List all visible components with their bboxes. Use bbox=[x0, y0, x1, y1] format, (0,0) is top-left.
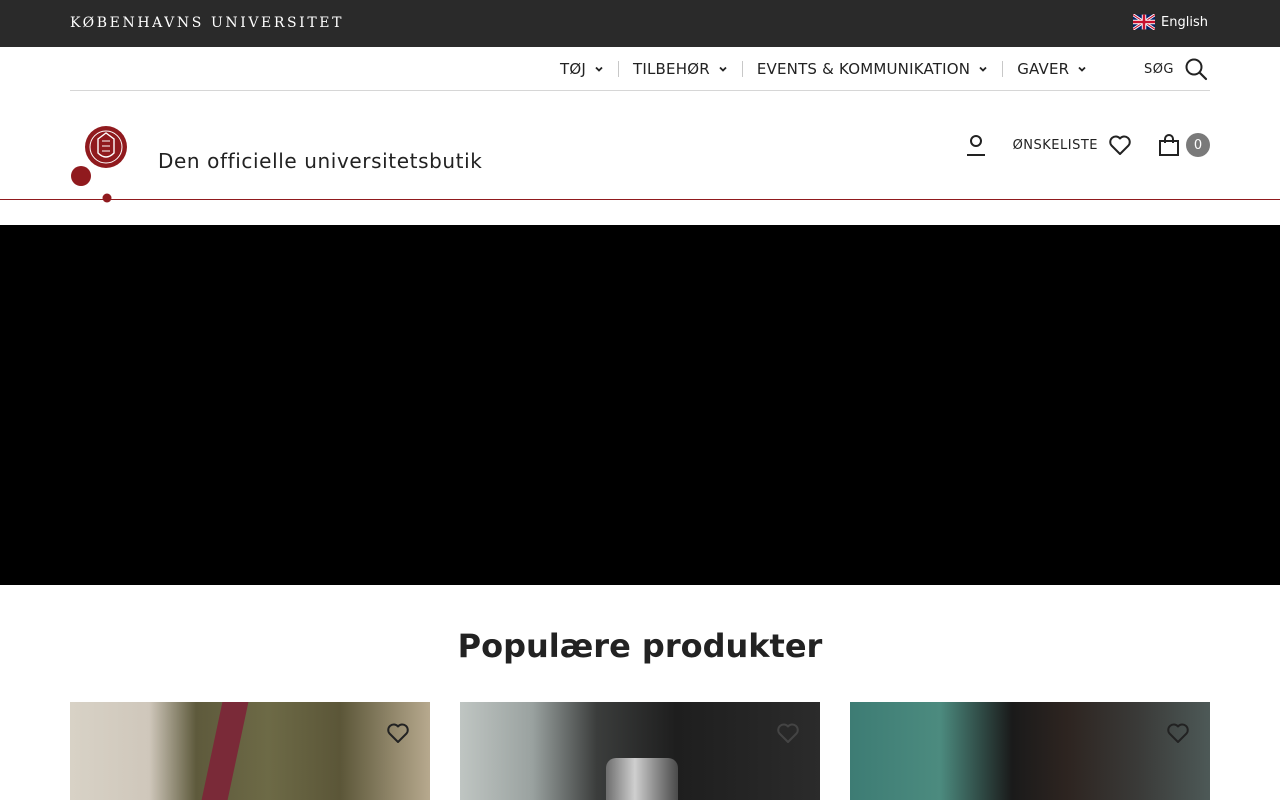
header-actions: ØNSKELISTE 0 bbox=[965, 133, 1210, 157]
heart-icon[interactable] bbox=[1166, 722, 1190, 744]
search-button[interactable]: SØG bbox=[1144, 47, 1208, 91]
chevron-down-icon bbox=[1078, 66, 1086, 72]
nav-item-toej[interactable]: TØJ bbox=[560, 60, 618, 78]
nav-item-label: TILBEHØR bbox=[633, 60, 710, 78]
university-seal-logo[interactable] bbox=[70, 123, 130, 203]
chevron-down-icon bbox=[719, 66, 727, 72]
nav-item-gaver[interactable]: GAVER bbox=[1002, 60, 1101, 78]
heart-icon bbox=[1109, 135, 1131, 155]
search-icon bbox=[1185, 58, 1208, 81]
heart-icon[interactable] bbox=[386, 722, 410, 744]
product-card[interactable] bbox=[70, 702, 430, 800]
chevron-down-icon bbox=[595, 66, 603, 72]
product-card[interactable] bbox=[850, 702, 1210, 800]
product-image-detail bbox=[201, 702, 249, 800]
top-bar: KØBENHAVNS UNIVERSITET English bbox=[0, 0, 1280, 47]
wishlist-label: ØNSKELISTE bbox=[1012, 137, 1098, 153]
nav-menu: TØJ TILBEHØR EVENTS & KOMMUNIKATION GAVE… bbox=[560, 47, 1101, 91]
language-switch[interactable]: English bbox=[1133, 14, 1208, 30]
product-grid bbox=[70, 702, 1210, 800]
nav-item-label: GAVER bbox=[1017, 60, 1070, 78]
nav-item-label: TØJ bbox=[560, 60, 586, 78]
nav-item-events[interactable]: EVENTS & KOMMUNIKATION bbox=[741, 60, 1002, 78]
university-wordmark[interactable]: KØBENHAVNS UNIVERSITET bbox=[70, 15, 344, 31]
hero-banner[interactable] bbox=[0, 225, 1280, 585]
user-icon[interactable] bbox=[965, 133, 987, 157]
main-navigation: TØJ TILBEHØR EVENTS & KOMMUNIKATION GAVE… bbox=[70, 47, 1210, 91]
uk-flag-icon bbox=[1133, 14, 1156, 30]
cart-count-badge: 0 bbox=[1186, 133, 1210, 157]
wishlist-link[interactable]: ØNSKELISTE bbox=[1013, 134, 1132, 156]
shop-tagline: Den officielle universitetsbutik bbox=[158, 149, 483, 173]
search-label: SØG bbox=[1143, 61, 1174, 77]
product-image-detail bbox=[606, 758, 678, 800]
cart-button[interactable]: 0 bbox=[1158, 133, 1210, 157]
shopping-bag-icon bbox=[1159, 134, 1179, 156]
heart-icon[interactable] bbox=[776, 722, 800, 744]
nav-item-tilbehoer[interactable]: TILBEHØR bbox=[618, 60, 742, 78]
language-label: English bbox=[1161, 14, 1208, 30]
site-header: Den officielle universitetsbutik ØNSKELI… bbox=[0, 91, 1280, 203]
nav-item-label: EVENTS & KOMMUNIKATION bbox=[756, 60, 971, 78]
section-title: Populære produkter bbox=[457, 627, 823, 665]
product-card[interactable] bbox=[460, 702, 820, 800]
chevron-down-icon bbox=[979, 66, 987, 72]
